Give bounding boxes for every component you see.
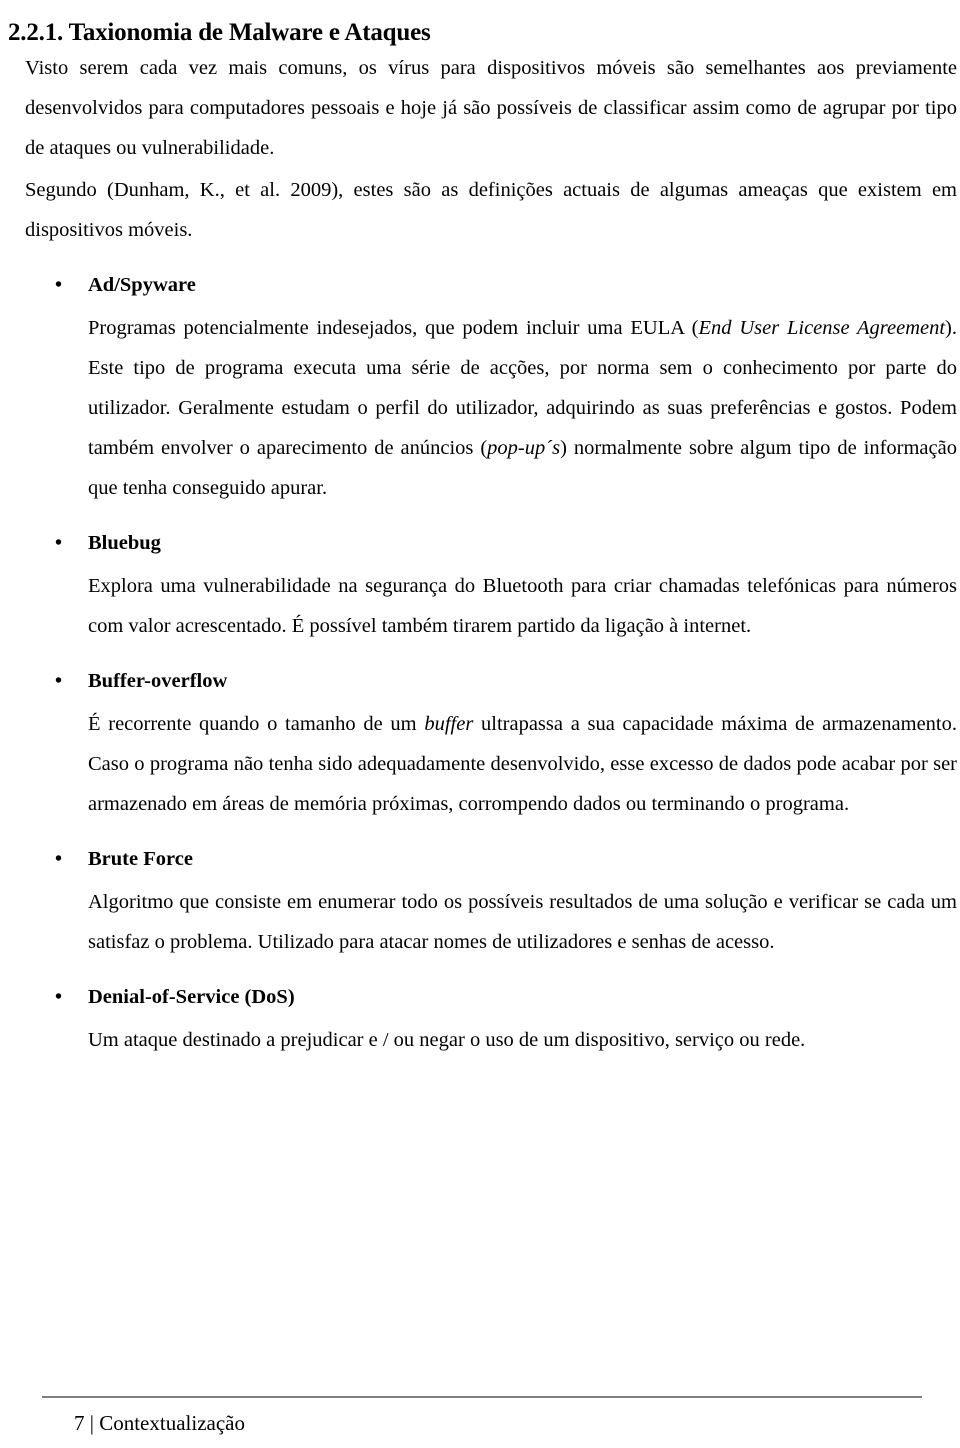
definition-text-part: Programas potencialmente indesejados, qu…: [88, 317, 699, 339]
intro-paragraph-2: Segundo (Dunham, K., et al. 2009), estes…: [25, 179, 957, 241]
term-block-denial-of-service: • Denial-of-Service (DoS) Um ataque desti…: [25, 980, 957, 1060]
section-heading: 2.2.1. Taxionomia de Malware e Ataques: [8, 18, 431, 46]
definition-text-part: É recorrente quando o tamanho de um: [88, 713, 425, 735]
document-page: 2.2.1. Taxionomia de Malware e Ataques V…: [0, 0, 960, 1448]
term-name: Brute Force: [88, 848, 193, 870]
term-block-buffer-overflow: • Buffer-overflow É recorrente quando o t…: [25, 664, 957, 824]
term-name: Buffer-overflow: [88, 670, 228, 692]
term-definition-brute-force: Algoritmo que consiste em enumerar todo …: [88, 891, 957, 953]
term-heading-ad-spyware: • Ad/Spyware: [25, 268, 957, 302]
definition-italic-popups: pop-up´s: [487, 437, 561, 459]
definition-italic-eula: End User License Agreement: [698, 317, 946, 339]
intro-paragraph-1: Visto serem cada vez mais comuns, os vír…: [25, 57, 957, 159]
bullet-icon: •: [55, 532, 63, 554]
term-definition-bluebug: Explora uma vulnerabilidade na segurança…: [88, 575, 957, 637]
term-block-brute-force: • Brute Force Algoritmo que consiste em e…: [25, 842, 957, 962]
bullet-icon: •: [55, 848, 63, 870]
bullet-icon: •: [55, 986, 63, 1008]
definition-italic-buffer: buffer: [424, 713, 474, 735]
term-heading-bluebug: • Bluebug: [25, 526, 957, 560]
term-heading-buffer-overflow: • Buffer-overflow: [25, 664, 957, 698]
bullet-icon: •: [55, 670, 63, 692]
footer-divider: [42, 1396, 922, 1398]
term-heading-brute-force: • Brute Force: [25, 842, 957, 876]
bullet-icon: •: [55, 274, 63, 296]
term-definition-denial-of-service: Um ataque destinado a prejudicar e / ou …: [88, 1029, 806, 1051]
term-block-ad-spyware: • Ad/Spyware Programas potencialmente ind…: [25, 268, 957, 508]
term-name: Denial-of-Service (DoS): [88, 986, 295, 1008]
term-name: Bluebug: [88, 532, 161, 554]
term-definition-ad-spyware: Programas potencialmente indesejados, qu…: [88, 308, 957, 508]
term-name: Ad/Spyware: [88, 274, 196, 296]
term-definition-buffer-overflow: É recorrente quando o tamanho de um buff…: [88, 704, 957, 824]
document-body: Visto serem cada vez mais comuns, os vír…: [25, 48, 957, 1060]
footer-page-label: 7 | Contextualização: [74, 1411, 245, 1435]
term-block-bluebug: • Bluebug Explora uma vulnerabilidade na …: [25, 526, 957, 646]
term-heading-denial-of-service: • Denial-of-Service (DoS): [25, 980, 957, 1014]
